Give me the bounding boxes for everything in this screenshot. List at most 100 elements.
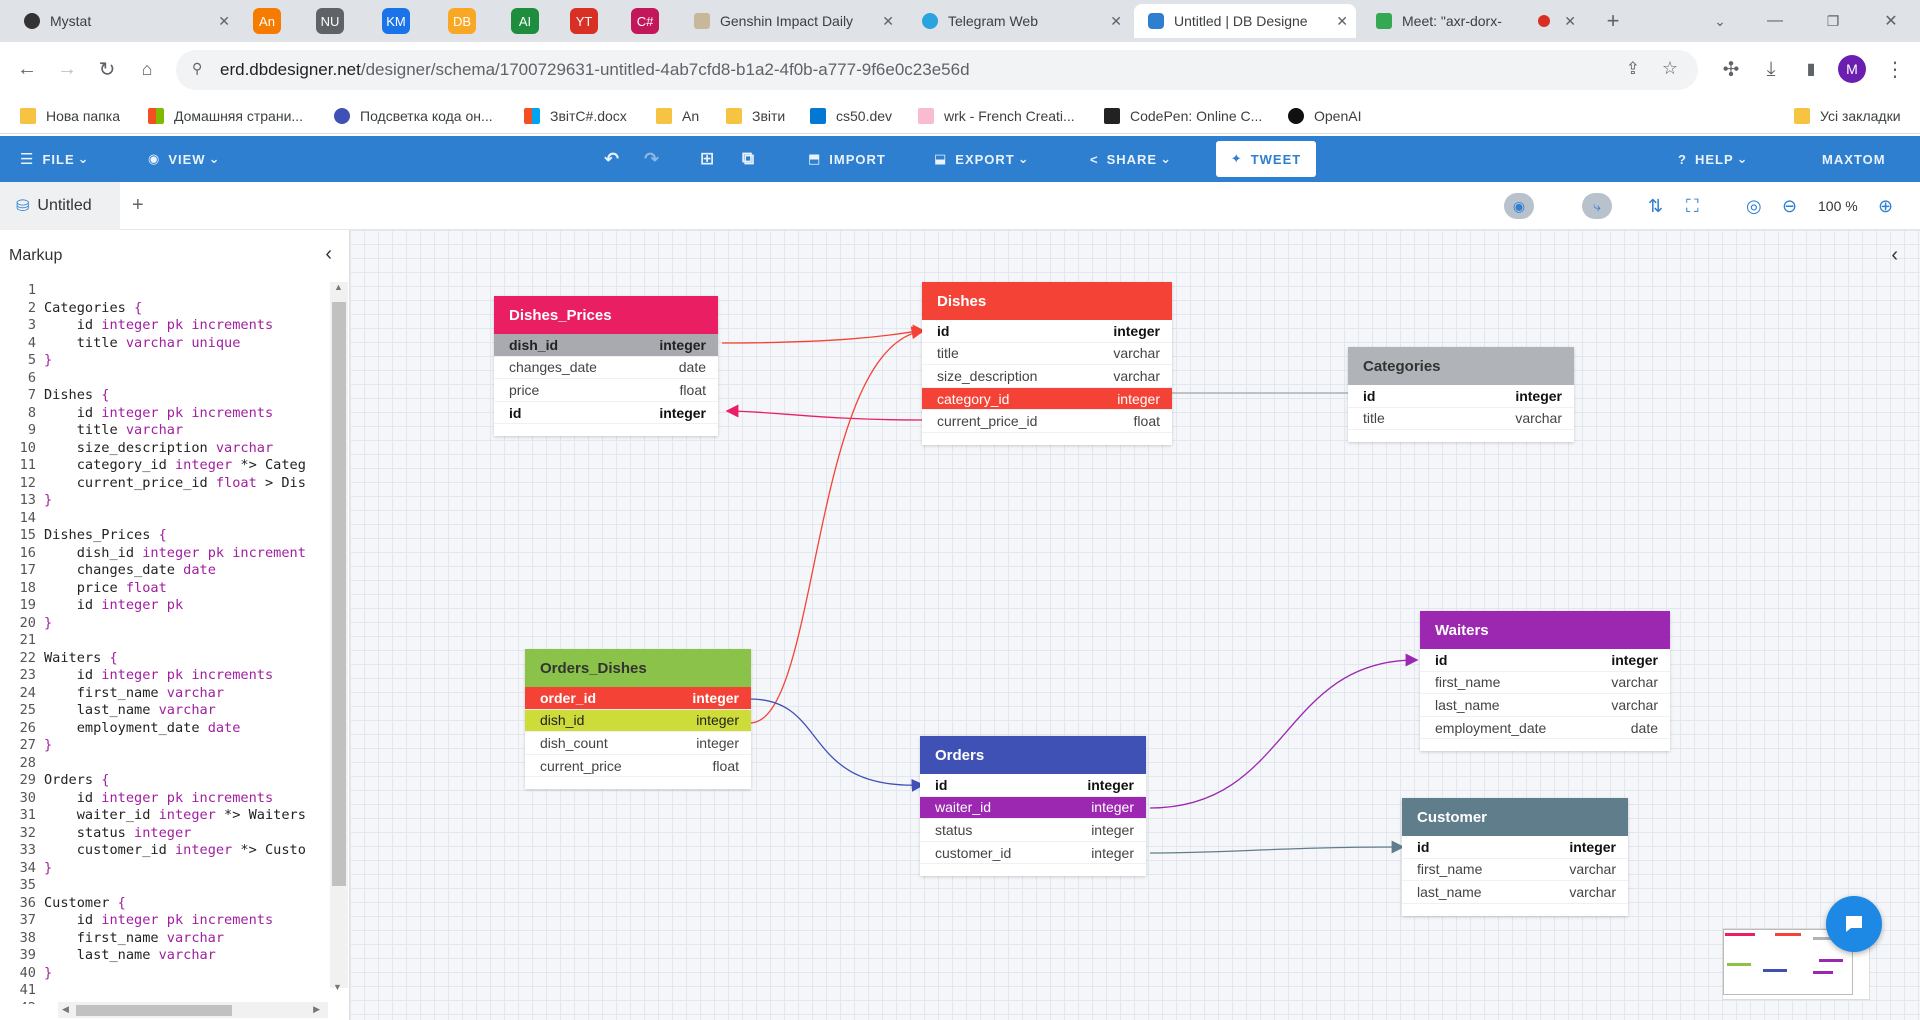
table-field-row[interactable]: dish_count integer <box>525 732 751 755</box>
table-header[interactable]: Waiters <box>1420 611 1670 649</box>
table-waiters[interactable]: Waiters id integer first_name varchar last_na… <box>1420 611 1670 752</box>
add-document-button[interactable]: + <box>132 194 144 217</box>
table-field-row[interactable]: waiter_id integer <box>920 796 1146 820</box>
bookmark-item[interactable]: An <box>656 104 699 128</box>
table-orders[interactable]: Orders id integer waiter_id integer status int… <box>920 736 1146 877</box>
table-field-row[interactable]: size_description varchar <box>922 365 1172 388</box>
fit-screen-icon[interactable]: ⛶ <box>1686 182 1699 230</box>
bookmark-item[interactable]: OpenAI <box>1288 104 1361 128</box>
table-header[interactable]: Dishes <box>922 282 1172 320</box>
close-icon[interactable]: ✕ <box>1110 13 1122 30</box>
table-field-row[interactable]: id integer <box>922 320 1172 343</box>
tab-meet[interactable]: Meet: "axr-dorx- ✕ <box>1362 4 1584 38</box>
all-bookmarks[interactable]: Усі закладки <box>1794 104 1901 128</box>
table-field-row[interactable]: order_id integer <box>525 687 751 710</box>
table-field-row[interactable]: dish_id integer <box>525 709 751 733</box>
url-field[interactable]: ⚲ erd.dbdesigner.net/designer/schema/170… <box>176 50 1698 90</box>
pinned-tab-ai[interactable]: AI <box>511 8 539 34</box>
share-page-icon[interactable]: ⇪ <box>1626 59 1640 79</box>
arrange-icon[interactable]: ⇅ <box>1648 182 1663 230</box>
relation-toggle[interactable]: ⤷ <box>1582 182 1612 230</box>
zoom-in-icon[interactable]: ⊕ <box>1878 182 1893 230</box>
table-header[interactable]: Customer <box>1402 798 1628 836</box>
markup-editor[interactable]: 1 2 Categories {3 id integer pk increments… <box>0 282 330 1004</box>
pinned-tab-an[interactable]: An <box>253 8 281 34</box>
table-field-row[interactable]: employment_date date <box>1420 717 1670 740</box>
share-button[interactable]: < SHARE ⌄ <box>1090 136 1172 182</box>
bookmark-item[interactable]: wrk - French Creati... <box>918 104 1075 128</box>
table-header[interactable]: Dishes_Prices <box>494 296 718 334</box>
table-dishes-prices[interactable]: Dishes_Prices dish_id integer changes_date d… <box>494 296 718 437</box>
pinned-tab-yt[interactable]: YT <box>570 8 598 34</box>
downloads-icon[interactable]: ⤓ <box>1756 54 1786 84</box>
table-field-row[interactable]: id integer <box>1420 649 1670 672</box>
table-field-row[interactable]: category_id integer <box>922 387 1172 411</box>
extensions-icon[interactable]: ✣ <box>1716 54 1746 84</box>
tab-mystat[interactable]: Mystat ✕ <box>10 4 238 38</box>
help-menu[interactable]: ? HELP ⌄ <box>1678 136 1749 182</box>
file-menu[interactable]: ☰ FILE ⌄ <box>20 136 90 182</box>
table-field-row[interactable]: current_price float <box>525 755 751 778</box>
tweet-button[interactable]: ✦ TWEET <box>1216 141 1316 177</box>
restore-icon[interactable]: ❐ <box>1818 6 1848 36</box>
table-field-row[interactable]: status integer <box>920 819 1146 842</box>
scroll-down-icon[interactable]: ▼ <box>333 982 342 992</box>
expand-panel-icon[interactable]: ‹ <box>1891 244 1898 267</box>
tab-dbdesigner[interactable]: Untitled | DB Designe ✕ <box>1134 4 1356 38</box>
add-note-icon[interactable]: ⧉ <box>742 136 755 182</box>
reload-icon[interactable]: ↻ <box>92 54 122 84</box>
pinned-tab-db[interactable]: DB <box>448 8 476 34</box>
zoom-reset-icon[interactable]: ◎ <box>1746 182 1762 230</box>
table-field-row[interactable]: dish_id integer <box>494 334 718 357</box>
tab-search-icon[interactable]: ⌄ <box>1705 6 1735 36</box>
table-field-row[interactable]: first_name varchar <box>1402 859 1628 882</box>
chat-button[interactable] <box>1826 896 1882 952</box>
vertical-scrollbar[interactable]: ▲ <box>330 282 348 988</box>
close-icon[interactable]: ✕ <box>1564 13 1576 30</box>
table-field-row[interactable]: title varchar <box>1348 408 1574 431</box>
view-menu[interactable]: ◉ VIEW ⌄ <box>148 136 220 182</box>
close-icon[interactable]: ✕ <box>1336 13 1348 30</box>
back-icon[interactable]: ← <box>12 54 42 84</box>
pinned-tab-km[interactable]: KM <box>382 8 410 34</box>
bookmark-star-icon[interactable]: ☆ <box>1662 58 1678 79</box>
pinned-tab-nu[interactable]: NU <box>316 8 344 34</box>
table-field-row[interactable]: current_price_id float <box>922 410 1172 433</box>
user-menu[interactable]: MAXTOM <box>1822 136 1886 182</box>
forward-icon[interactable]: → <box>52 54 82 84</box>
table-field-row[interactable]: last_name varchar <box>1402 881 1628 904</box>
table-field-row[interactable]: last_name varchar <box>1420 694 1670 717</box>
scrollbar-thumb[interactable] <box>76 1005 232 1016</box>
collapse-panel-icon[interactable]: ‹ <box>325 243 332 266</box>
window-close-icon[interactable]: ✕ <box>1876 6 1906 36</box>
export-button[interactable]: ⬓ EXPORT ⌄ <box>934 136 1030 182</box>
horizontal-scrollbar[interactable]: ◀ ▶ <box>58 1002 328 1018</box>
table-dishes[interactable]: Dishes id integer title varchar size_descript… <box>922 282 1172 445</box>
bookmark-item[interactable]: CodePen: Online C... <box>1104 104 1262 128</box>
side-panel-icon[interactable]: ▮ <box>1796 54 1826 84</box>
eye-toggle[interactable]: ◉ <box>1504 182 1534 230</box>
table-header[interactable]: Orders_Dishes <box>525 649 751 687</box>
document-tab[interactable]: ⛁ Untitled <box>0 182 120 230</box>
bookmark-item[interactable]: Звіти <box>726 104 785 128</box>
tab-telegram[interactable]: Telegram Web ✕ <box>908 4 1130 38</box>
minimize-icon[interactable]: — <box>1760 6 1790 36</box>
tab-genshin[interactable]: Genshin Impact Daily ✕ <box>680 4 902 38</box>
bookmark-item[interactable]: Домашняя страни... <box>148 104 303 128</box>
table-field-row[interactable]: customer_id integer <box>920 842 1146 865</box>
add-table-icon[interactable]: ⊞ <box>700 136 715 182</box>
pinned-tab-csharp[interactable]: C# <box>631 8 659 34</box>
bookmark-item[interactable]: Нова папка <box>20 104 120 128</box>
menu-icon[interactable]: ⋮ <box>1880 54 1910 84</box>
profile-avatar[interactable]: M <box>1838 55 1866 83</box>
table-field-row[interactable]: title varchar <box>922 343 1172 366</box>
table-field-row[interactable]: price float <box>494 379 718 402</box>
diagram-canvas[interactable]: Dishes_Prices dish_id integer changes_date d… <box>350 230 1920 1020</box>
table-categories[interactable]: Categories id integer title varchar <box>1348 347 1574 443</box>
close-icon[interactable]: ✕ <box>882 13 894 30</box>
table-customer[interactable]: Customer id integer first_name varchar last_n… <box>1402 798 1628 916</box>
close-icon[interactable]: ✕ <box>218 13 230 30</box>
scrollbar-thumb[interactable] <box>332 302 346 886</box>
bookmark-item[interactable]: Подсветка кода он... <box>334 104 493 128</box>
bookmark-item[interactable]: cs50.dev <box>810 104 892 128</box>
